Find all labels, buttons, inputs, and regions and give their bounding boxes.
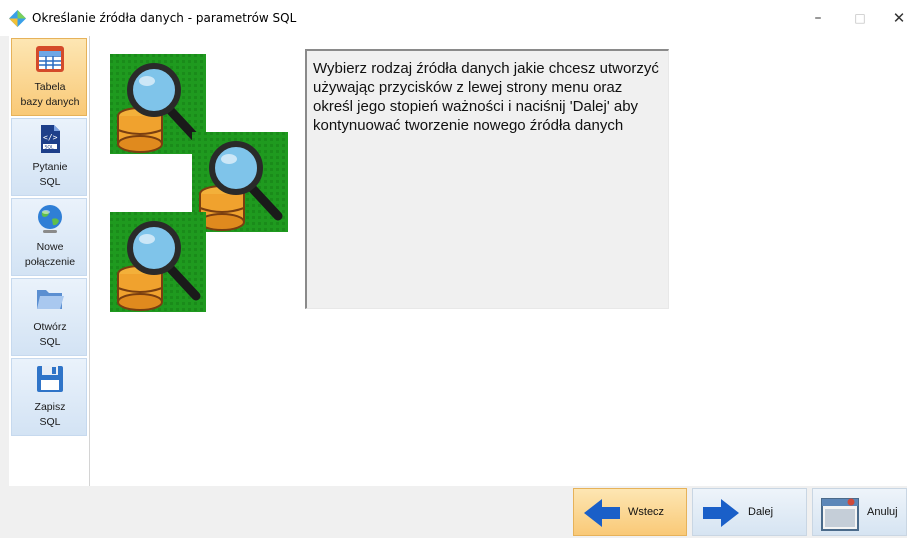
svg-text:</>: </> — [43, 133, 58, 142]
database-search-illustration — [110, 54, 290, 312]
next-button[interactable]: Dalej — [692, 488, 807, 536]
sidebar-item-open-sql[interactable]: Otwórz SQL — [11, 278, 87, 356]
folder-open-icon — [37, 290, 64, 309]
maximize-button[interactable]: □ — [845, 6, 875, 30]
sql-file-icon: </> SQL — [41, 125, 60, 153]
description-text: Wybierz rodzaj źródła danych jakie chces… — [313, 60, 659, 134]
window-title: Określanie źródła danych - parametrów SQ… — [32, 11, 297, 25]
back-button[interactable]: Wstecz — [573, 488, 687, 536]
svg-text:SQL: SQL — [45, 144, 55, 150]
sidebar-item-label: Tabela bazy danych — [20, 81, 80, 108]
description-panel: Wybierz rodzaj źródła danych jakie chces… — [305, 49, 669, 309]
minimize-button[interactable]: – — [803, 6, 833, 30]
table-icon — [36, 46, 64, 72]
next-button-label: Dalej — [748, 506, 774, 518]
sidebar-item-label: Otwórz SQL — [33, 321, 67, 348]
sidebar-item-save-sql[interactable]: Zapisz SQL — [11, 358, 87, 436]
bottom-bar: Wstecz Dalej Anuluj — [0, 486, 907, 538]
app-diamond-icon — [9, 10, 26, 27]
title-bar: Określanie źródła danych - parametrów SQ… — [0, 0, 907, 36]
back-button-label: Wstecz — [628, 506, 665, 518]
globe-icon — [38, 205, 62, 233]
cancel-button-label: Anuluj — [867, 506, 898, 518]
sidebar-item-database-table[interactable]: Tabela bazy danych — [11, 38, 87, 116]
sidebar-item-label: Pytanie SQL — [32, 161, 68, 188]
main-panel: Wybierz rodzaj źródła danych jakie chces… — [90, 36, 907, 486]
sidebar-item-new-connection[interactable]: Nowe połączenie — [11, 198, 87, 276]
sidebar-item-sql-query[interactable]: </> SQL Pytanie SQL — [11, 118, 87, 196]
cancel-button[interactable]: Anuluj — [812, 488, 907, 536]
window-close-icon — [821, 498, 859, 531]
sidebar-item-label: Zapisz SQL — [34, 401, 66, 428]
floppy-disk-icon — [37, 366, 63, 392]
arrow-right-icon — [703, 499, 739, 527]
close-button[interactable]: ✕ — [884, 6, 907, 30]
sidebar-item-label: Nowe połączenie — [24, 241, 76, 268]
arrow-left-icon — [584, 499, 620, 527]
sidebar: Tabela bazy danych </> SQL Pytanie SQL N… — [9, 36, 90, 486]
